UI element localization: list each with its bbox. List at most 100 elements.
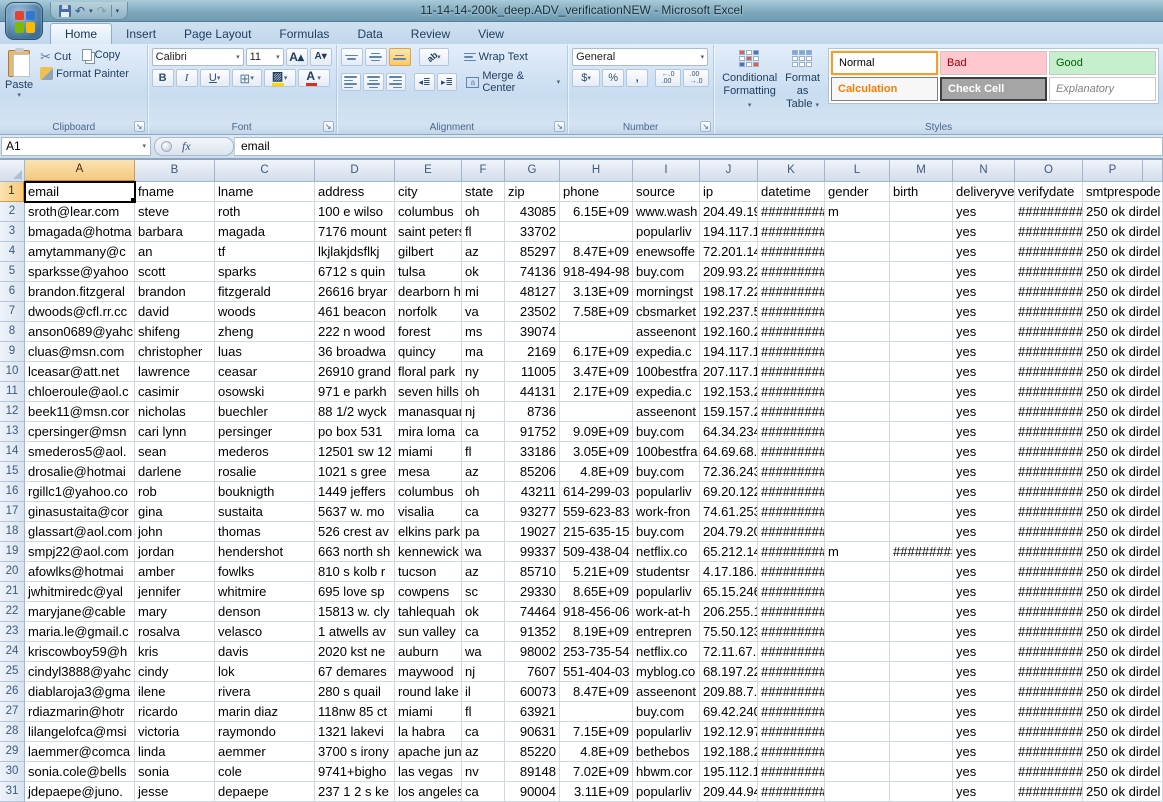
cell-O6[interactable]: ######### [1015,282,1083,302]
cell-M30[interactable] [890,762,953,782]
cell-I28[interactable]: popularliv [633,722,700,742]
cell-K15[interactable]: ######### [758,462,825,482]
cell-L15[interactable] [825,462,890,482]
cell-G2[interactable]: 43085 [505,202,560,222]
save-icon[interactable] [59,5,71,17]
cell-F9[interactable]: ma [462,342,505,362]
cell-D12[interactable]: 88 1/2 wyck [315,402,395,422]
cell-D5[interactable]: 6712 s quin [315,262,395,282]
cell-I2[interactable]: www.wash [633,202,700,222]
undo-dropdown-icon[interactable]: ▾ [89,7,93,15]
row-header-28[interactable]: 28 [0,722,25,742]
cell-J26[interactable]: 209.88.7.2 [700,682,758,702]
cell-C11[interactable]: osowski [215,382,315,402]
cell-H12[interactable] [560,402,633,422]
cell-N18[interactable]: yes [953,522,1015,542]
cell-L22[interactable] [825,602,890,622]
cell-B16[interactable]: rob [135,482,215,502]
cell-F2[interactable]: oh [462,202,505,222]
cell-P30[interactable]: 250 ok dirdel [1083,762,1143,782]
cell-P9[interactable]: 250 ok dirdel [1083,342,1143,362]
tab-view[interactable]: View [464,24,518,44]
cell-K3[interactable]: ######### [758,222,825,242]
cell-I4[interactable]: enewsoffe [633,242,700,262]
cell-N16[interactable]: yes [953,482,1015,502]
row-header-13[interactable]: 13 [0,422,25,442]
cell-O23[interactable]: ######### [1015,622,1083,642]
cell-B29[interactable]: linda [135,742,215,762]
row-header-21[interactable]: 21 [0,582,25,602]
cell-I6[interactable]: morningst [633,282,700,302]
cell-N9[interactable]: yes [953,342,1015,362]
cell-N3[interactable]: yes [953,222,1015,242]
cell-F11[interactable]: oh [462,382,505,402]
cell-E29[interactable]: apache junct [395,742,462,762]
row-header-19[interactable]: 19 [0,542,25,562]
top-align-button[interactable] [341,48,363,66]
cell-K8[interactable]: ######### [758,322,825,342]
cell-M25[interactable] [890,662,953,682]
decrease-decimal-button[interactable]: .00→.0 [683,69,709,87]
row-header-14[interactable]: 14 [0,442,25,462]
cell-J28[interactable]: 192.12.97. [700,722,758,742]
cell-C27[interactable]: marin diaz [215,702,315,722]
cell-B27[interactable]: ricardo [135,702,215,722]
cell-B17[interactable]: gina [135,502,215,522]
name-box-dropdown-icon[interactable]: ▾ [142,142,146,150]
cell-F19[interactable]: wa [462,542,505,562]
cell-F17[interactable]: ca [462,502,505,522]
cell-D21[interactable]: 695 love sp [315,582,395,602]
cell-E9[interactable]: quincy [395,342,462,362]
column-header-J[interactable]: J [700,160,758,182]
cell-D19[interactable]: 663 north sh [315,542,395,562]
cell-P24[interactable]: 250 ok dirdel [1083,642,1143,662]
cell-K25[interactable]: ######### [758,662,825,682]
cell-G11[interactable]: 44131 [505,382,560,402]
cell-J30[interactable]: 195.112.18 [700,762,758,782]
conditional-formatting-button[interactable]: Conditional Formatting ▾ [718,48,781,114]
cell-N20[interactable]: yes [953,562,1015,582]
format-as-table-button[interactable]: Format as Table ▾ [781,48,824,114]
cell-E12[interactable]: manasquan [395,402,462,422]
underline-button[interactable]: U▾ [200,69,230,87]
bottom-align-button[interactable] [389,48,411,66]
cell-K11[interactable]: ######### [758,382,825,402]
cell-F29[interactable]: az [462,742,505,762]
cell-N29[interactable]: yes [953,742,1015,762]
cell-H9[interactable]: 6.17E+09 [560,342,633,362]
cell-O17[interactable]: ######### [1015,502,1083,522]
cell-H6[interactable]: 3.13E+09 [560,282,633,302]
cell-E19[interactable]: kennewick [395,542,462,562]
cell-H27[interactable] [560,702,633,722]
cell-N10[interactable]: yes [953,362,1015,382]
cell-L9[interactable] [825,342,890,362]
row-header-23[interactable]: 23 [0,622,25,642]
alignment-dialog-launcher-icon[interactable]: ↘ [554,121,565,132]
cell-E28[interactable]: la habra [395,722,462,742]
tab-review[interactable]: Review [397,24,464,44]
cell-H20[interactable]: 5.21E+09 [560,562,633,582]
cell-H4[interactable]: 8.47E+09 [560,242,633,262]
cell-O30[interactable]: ######### [1015,762,1083,782]
cell-H3[interactable] [560,222,633,242]
cell-G17[interactable]: 93277 [505,502,560,522]
row-header-11[interactable]: 11 [0,382,25,402]
cell-F22[interactable]: ok [462,602,505,622]
cell-F13[interactable]: ca [462,422,505,442]
column-header-C[interactable]: C [215,160,315,182]
cell-E3[interactable]: saint petersb [395,222,462,242]
cell-N13[interactable]: yes [953,422,1015,442]
cell-C26[interactable]: rivera [215,682,315,702]
cell-A27[interactable]: rdiazmarin@hotr [25,702,135,722]
cell-B25[interactable]: cindy [135,662,215,682]
cell-D25[interactable]: 67 demares [315,662,395,682]
cell-A17[interactable]: ginasustaita@cor [25,502,135,522]
cell-E11[interactable]: seven hills [395,382,462,402]
cell-B30[interactable]: sonia [135,762,215,782]
cell-L24[interactable] [825,642,890,662]
cell-B7[interactable]: david [135,302,215,322]
cell-K29[interactable]: ######### [758,742,825,762]
cell-K23[interactable]: ######### [758,622,825,642]
cell-B9[interactable]: christopher [135,342,215,362]
cell-F23[interactable]: ca [462,622,505,642]
